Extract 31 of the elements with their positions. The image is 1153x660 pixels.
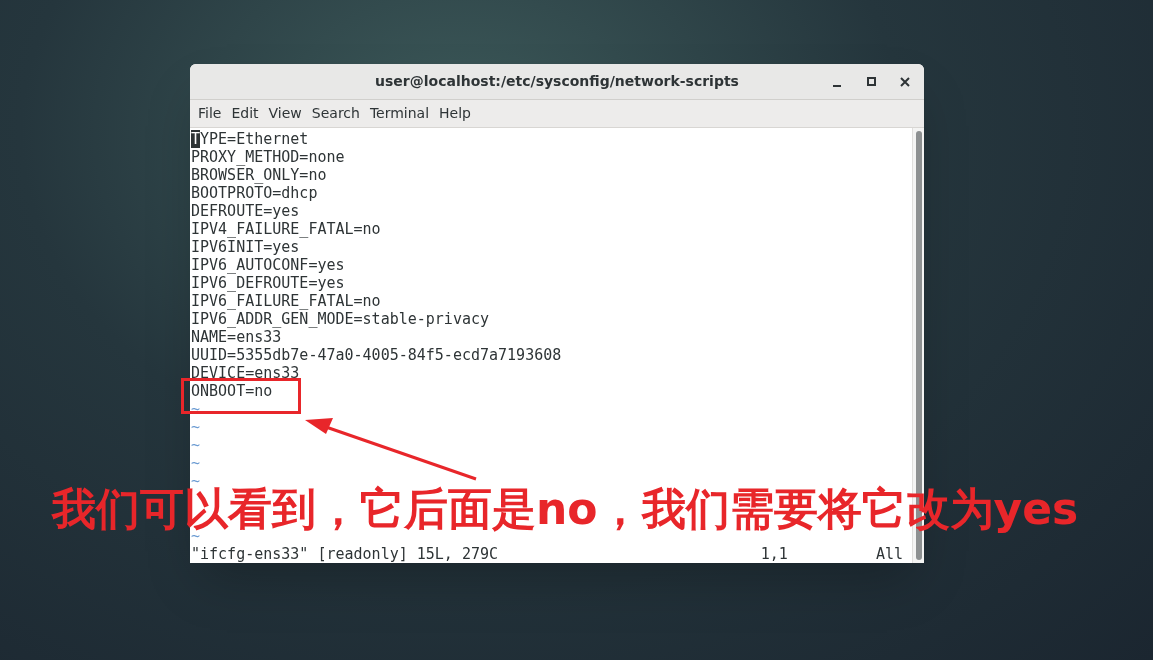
maximize-icon [866, 77, 876, 86]
code-line: BROWSER_ONLY=no [191, 166, 327, 184]
empty-line-marker: ~ [191, 400, 201, 418]
code-line: IPV6_FAILURE_FATAL=no [191, 292, 381, 310]
close-icon [900, 76, 910, 87]
code-line: IPV6_AUTOCONF=yes [191, 256, 345, 274]
empty-line-marker: ~ [191, 418, 201, 436]
menu-item[interactable]: Help [434, 103, 476, 124]
code-line: ONBOOT=no [191, 382, 273, 400]
menu-item[interactable]: File [193, 103, 227, 124]
empty-line-marker: ~ [191, 454, 201, 472]
code-line: NAME=ens33 [191, 328, 282, 346]
code-line: DEFROUTE=yes [191, 202, 300, 220]
code-line: DEVICE=ens33 [191, 364, 300, 382]
code-line: UUID=5355db7e-47a0-4005-84f5-ecd7a7193608 [191, 346, 562, 364]
status-message: "ifcfg-ens33" [readonly] 15L, 279C [191, 545, 499, 563]
code-line: IPV6_ADDR_GEN_MODE=stable-privacy [191, 310, 489, 328]
menu-item[interactable]: Terminal [364, 103, 435, 124]
menu-item[interactable]: Edit [226, 103, 264, 124]
menu-item[interactable]: View [263, 103, 307, 124]
code-line: IPV6INIT=yes [191, 238, 300, 256]
code-line: IPV6_DEFROUTE=yes [191, 274, 345, 292]
cursor-position: 1,1 [760, 545, 788, 563]
window-title: user@localhost:/etc/sysconfig/network-scripts [375, 72, 739, 91]
code-line: IPV4_FAILURE_FATAL=no [191, 220, 381, 238]
code-line: BOOTPROTO=dhcp [191, 184, 318, 202]
code-line: PROXY_METHOD=none [191, 148, 345, 166]
empty-line-marker: ~ [191, 436, 201, 454]
scroll-position: All [875, 545, 903, 563]
minimize-icon [833, 84, 841, 87]
menu-item[interactable]: Search [306, 103, 365, 124]
